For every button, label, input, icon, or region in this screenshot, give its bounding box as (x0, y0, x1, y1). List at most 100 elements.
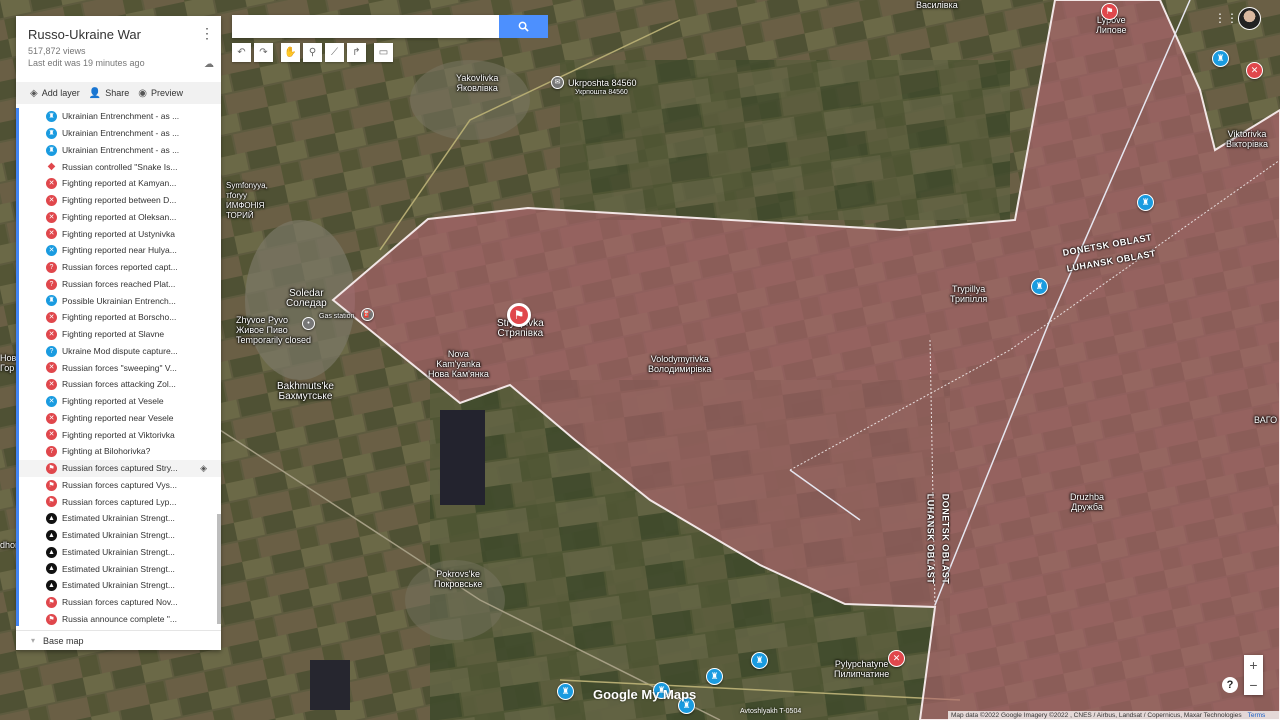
place-label-volodymyrivka: Volodymyrivka Володимирівка (648, 354, 712, 374)
map-marker-fortress[interactable]: ♜ (1137, 194, 1154, 211)
zoom-out-button[interactable]: − (1244, 675, 1263, 695)
layer-item-list[interactable]: ♜ Ukrainian Entrenchment - as ... ♜ Ukraini… (16, 108, 221, 626)
map-marker-post-office[interactable]: ✉ (551, 76, 564, 89)
layer-item[interactable]: ? Russian forces reported capt... (19, 259, 221, 276)
map-marker-fortress[interactable]: ♜ (751, 652, 768, 669)
crossed-swords-icon: ✕ (46, 312, 57, 323)
layer-item[interactable]: ⚑ Russian forces captured Nov... (19, 594, 221, 611)
directions-button[interactable]: ↱ (347, 43, 366, 62)
search-input[interactable] (232, 15, 499, 38)
layer-item-label: Russian forces captured Stry... (62, 463, 178, 474)
more-options-icon[interactable]: ⋮ (200, 26, 214, 40)
layer-item-label: Ukrainian Entrenchment - as ... (62, 111, 180, 122)
layer-item[interactable]: ✕ Fighting reported at Viktorivka (19, 426, 221, 443)
layer-item[interactable]: ▲ Estimated Ukrainian Strengt... (19, 544, 221, 561)
layer-item-label: Ukraine Mod dispute capture... (62, 345, 178, 356)
layer-item[interactable]: ✕ Russian forces "sweeping" V... (19, 359, 221, 376)
panel-actions: ◈ Add layer 👤 Share ◉ Preview (16, 82, 221, 104)
layer-item[interactable]: ✕ Fighting reported near Hulya... (19, 242, 221, 259)
oblast-label-donetsk-vertical: DONETSK OBLAST (940, 493, 951, 585)
measure-button[interactable]: ▭ (374, 43, 393, 62)
share-button[interactable]: 👤 Share (89, 88, 129, 99)
map-title[interactable]: Russo-Ukraine War (28, 27, 209, 42)
attribution-text: Map data ©2022 Google Imagery ©2022 , CN… (951, 712, 1242, 719)
terms-link[interactable]: Terms (1248, 712, 1266, 719)
layer-item[interactable]: ✕ Fighting reported between D... (19, 192, 221, 209)
layer-item[interactable]: ♜ Possible Ukrainian Entrench... (19, 292, 221, 309)
triangle-icon: ▲ (46, 580, 57, 591)
plus-icon: + (1249, 657, 1258, 673)
layer-item-label: Russian forces attacking Zol... (62, 379, 176, 390)
hand-icon: ✋ (284, 47, 297, 58)
layer-item[interactable]: ✕ Fighting reported at Borscho... (19, 309, 221, 326)
layer-item-label: Fighting at Bilohorivka? (62, 446, 151, 457)
map-marker-flag-selected[interactable]: ⚑ (507, 303, 531, 327)
layer-item[interactable]: ▲ Estimated Ukrainian Strengt... (19, 510, 221, 527)
map-marker-fortress[interactable]: ♜ (1031, 278, 1048, 295)
layer-item[interactable]: ♜ Ukrainian Entrenchment - as ... (19, 142, 221, 159)
crossed-swords-icon: ✕ (46, 362, 57, 374)
layer-item[interactable]: ▲ Estimated Ukrainian Strengt... (19, 577, 221, 594)
polygon-icon: ◆ (47, 160, 56, 172)
zoom-control: + − (1244, 655, 1263, 695)
layer-item[interactable]: ⚑ Russian forces captured Vys... (19, 477, 221, 494)
layer-item[interactable]: ⚑ Russia announce complete "... (19, 611, 221, 627)
panel-scrollbar[interactable] (217, 514, 221, 624)
avatar[interactable] (1238, 7, 1261, 30)
layer-item[interactable]: ✕ Fighting reported at Kamyan... (19, 175, 221, 192)
map-marker-fortress[interactable]: ♜ (557, 683, 574, 700)
flag-icon: ⚑ (46, 613, 57, 625)
layer-item[interactable]: ▲ Estimated Ukrainian Strengt... (19, 560, 221, 577)
map-marker-fighting[interactable]: ✕ (888, 650, 905, 667)
layer-item[interactable]: ✕ Russian forces attacking Zol... (19, 376, 221, 393)
add-person-icon: 👤 (88, 87, 102, 99)
add-layer-button[interactable]: ◈ Add layer (30, 88, 80, 99)
layer-item[interactable]: ✕ Fighting reported at Slavne (19, 326, 221, 343)
layer-item[interactable]: ⚑ Russian forces captured Lyp... (19, 493, 221, 510)
redo-button[interactable]: ↷ (254, 43, 273, 62)
layer-item[interactable]: ✕ Fighting reported at Oleksan... (19, 209, 221, 226)
panel-header: Russo-Ukraine War 517,872 views Last edi… (16, 16, 221, 82)
layer-item[interactable]: ✕ Fighting reported at Ustynivka (19, 225, 221, 242)
place-label-ukrposhta: Ukrposhta 84560 (568, 78, 637, 88)
crossed-swords-icon: ✕ (46, 245, 57, 256)
layer-item[interactable]: ✕ Fighting reported near Vesele (19, 410, 221, 427)
map-marker-flag-lypove[interactable]: ⚑ (1101, 3, 1118, 20)
map-marker-gas-station[interactable]: ⛽ (361, 308, 374, 321)
layer-item[interactable]: ▲ Estimated Ukrainian Strengt... (19, 527, 221, 544)
layer-item[interactable]: ◆ Russian controlled "Snake Is... (19, 158, 221, 175)
place-label-pylypchatyne: Pylypchatyne Пилипчатине (834, 659, 890, 679)
style-paint-icon[interactable]: ◈ (200, 463, 207, 474)
layer-item-label: Fighting reported at Borscho... (62, 312, 177, 323)
crossed-swords-icon: ✕ (46, 379, 57, 390)
help-button[interactable]: ? (1222, 677, 1238, 693)
help-icon: ? (1226, 679, 1234, 691)
map-marker-bar[interactable]: • (302, 317, 315, 330)
search-button[interactable] (499, 15, 548, 38)
layers-panel: Russo-Ukraine War 517,872 views Last edi… (16, 16, 221, 650)
map-marker-fighting[interactable]: ✕ (1246, 62, 1263, 79)
undo-button[interactable]: ↶ (232, 43, 251, 62)
layer-item[interactable]: ♜ Ukrainian Entrenchment - as ... (19, 125, 221, 142)
map-marker-fortress[interactable]: ♜ (706, 668, 723, 685)
preview-button[interactable]: ◉ Preview (138, 88, 183, 99)
last-edit-status: Last edit was 19 minutes ago (28, 58, 145, 68)
draw-line-button[interactable]: ⟋ (325, 43, 344, 62)
layer-item[interactable]: ✕ Fighting reported at Vesele (19, 393, 221, 410)
layer-item[interactable]: ⚑ Russian forces captured Stry... ◈ (19, 459, 221, 477)
base-map-toggle[interactable]: ▾ Base map (16, 630, 221, 650)
layer-item[interactable]: ? Fighting at Bilohorivka? (19, 443, 221, 460)
flag-icon: ⚑ (46, 596, 57, 608)
google-my-maps-logo: Google My Maps (593, 687, 697, 702)
map-marker-fortress[interactable]: ♜ (1212, 50, 1229, 67)
layer-item[interactable]: ? Russian forces reached Plat... (19, 276, 221, 293)
apps-grid-icon[interactable]: ⋮⋮ (1214, 11, 1238, 25)
zoom-in-button[interactable]: + (1244, 655, 1263, 675)
layer-item[interactable]: ♜ Ukrainian Entrenchment - as ... (19, 108, 221, 125)
layer-item[interactable]: ? Ukraine Mod dispute capture... (19, 343, 221, 360)
draw-line-icon: ⟋ (331, 47, 338, 58)
add-marker-button[interactable]: ⚲ (303, 43, 322, 62)
crossed-swords-icon: ✕ (46, 395, 57, 407)
select-hand-button[interactable]: ✋ (281, 43, 300, 62)
crossed-swords-icon: ✕ (46, 429, 57, 441)
